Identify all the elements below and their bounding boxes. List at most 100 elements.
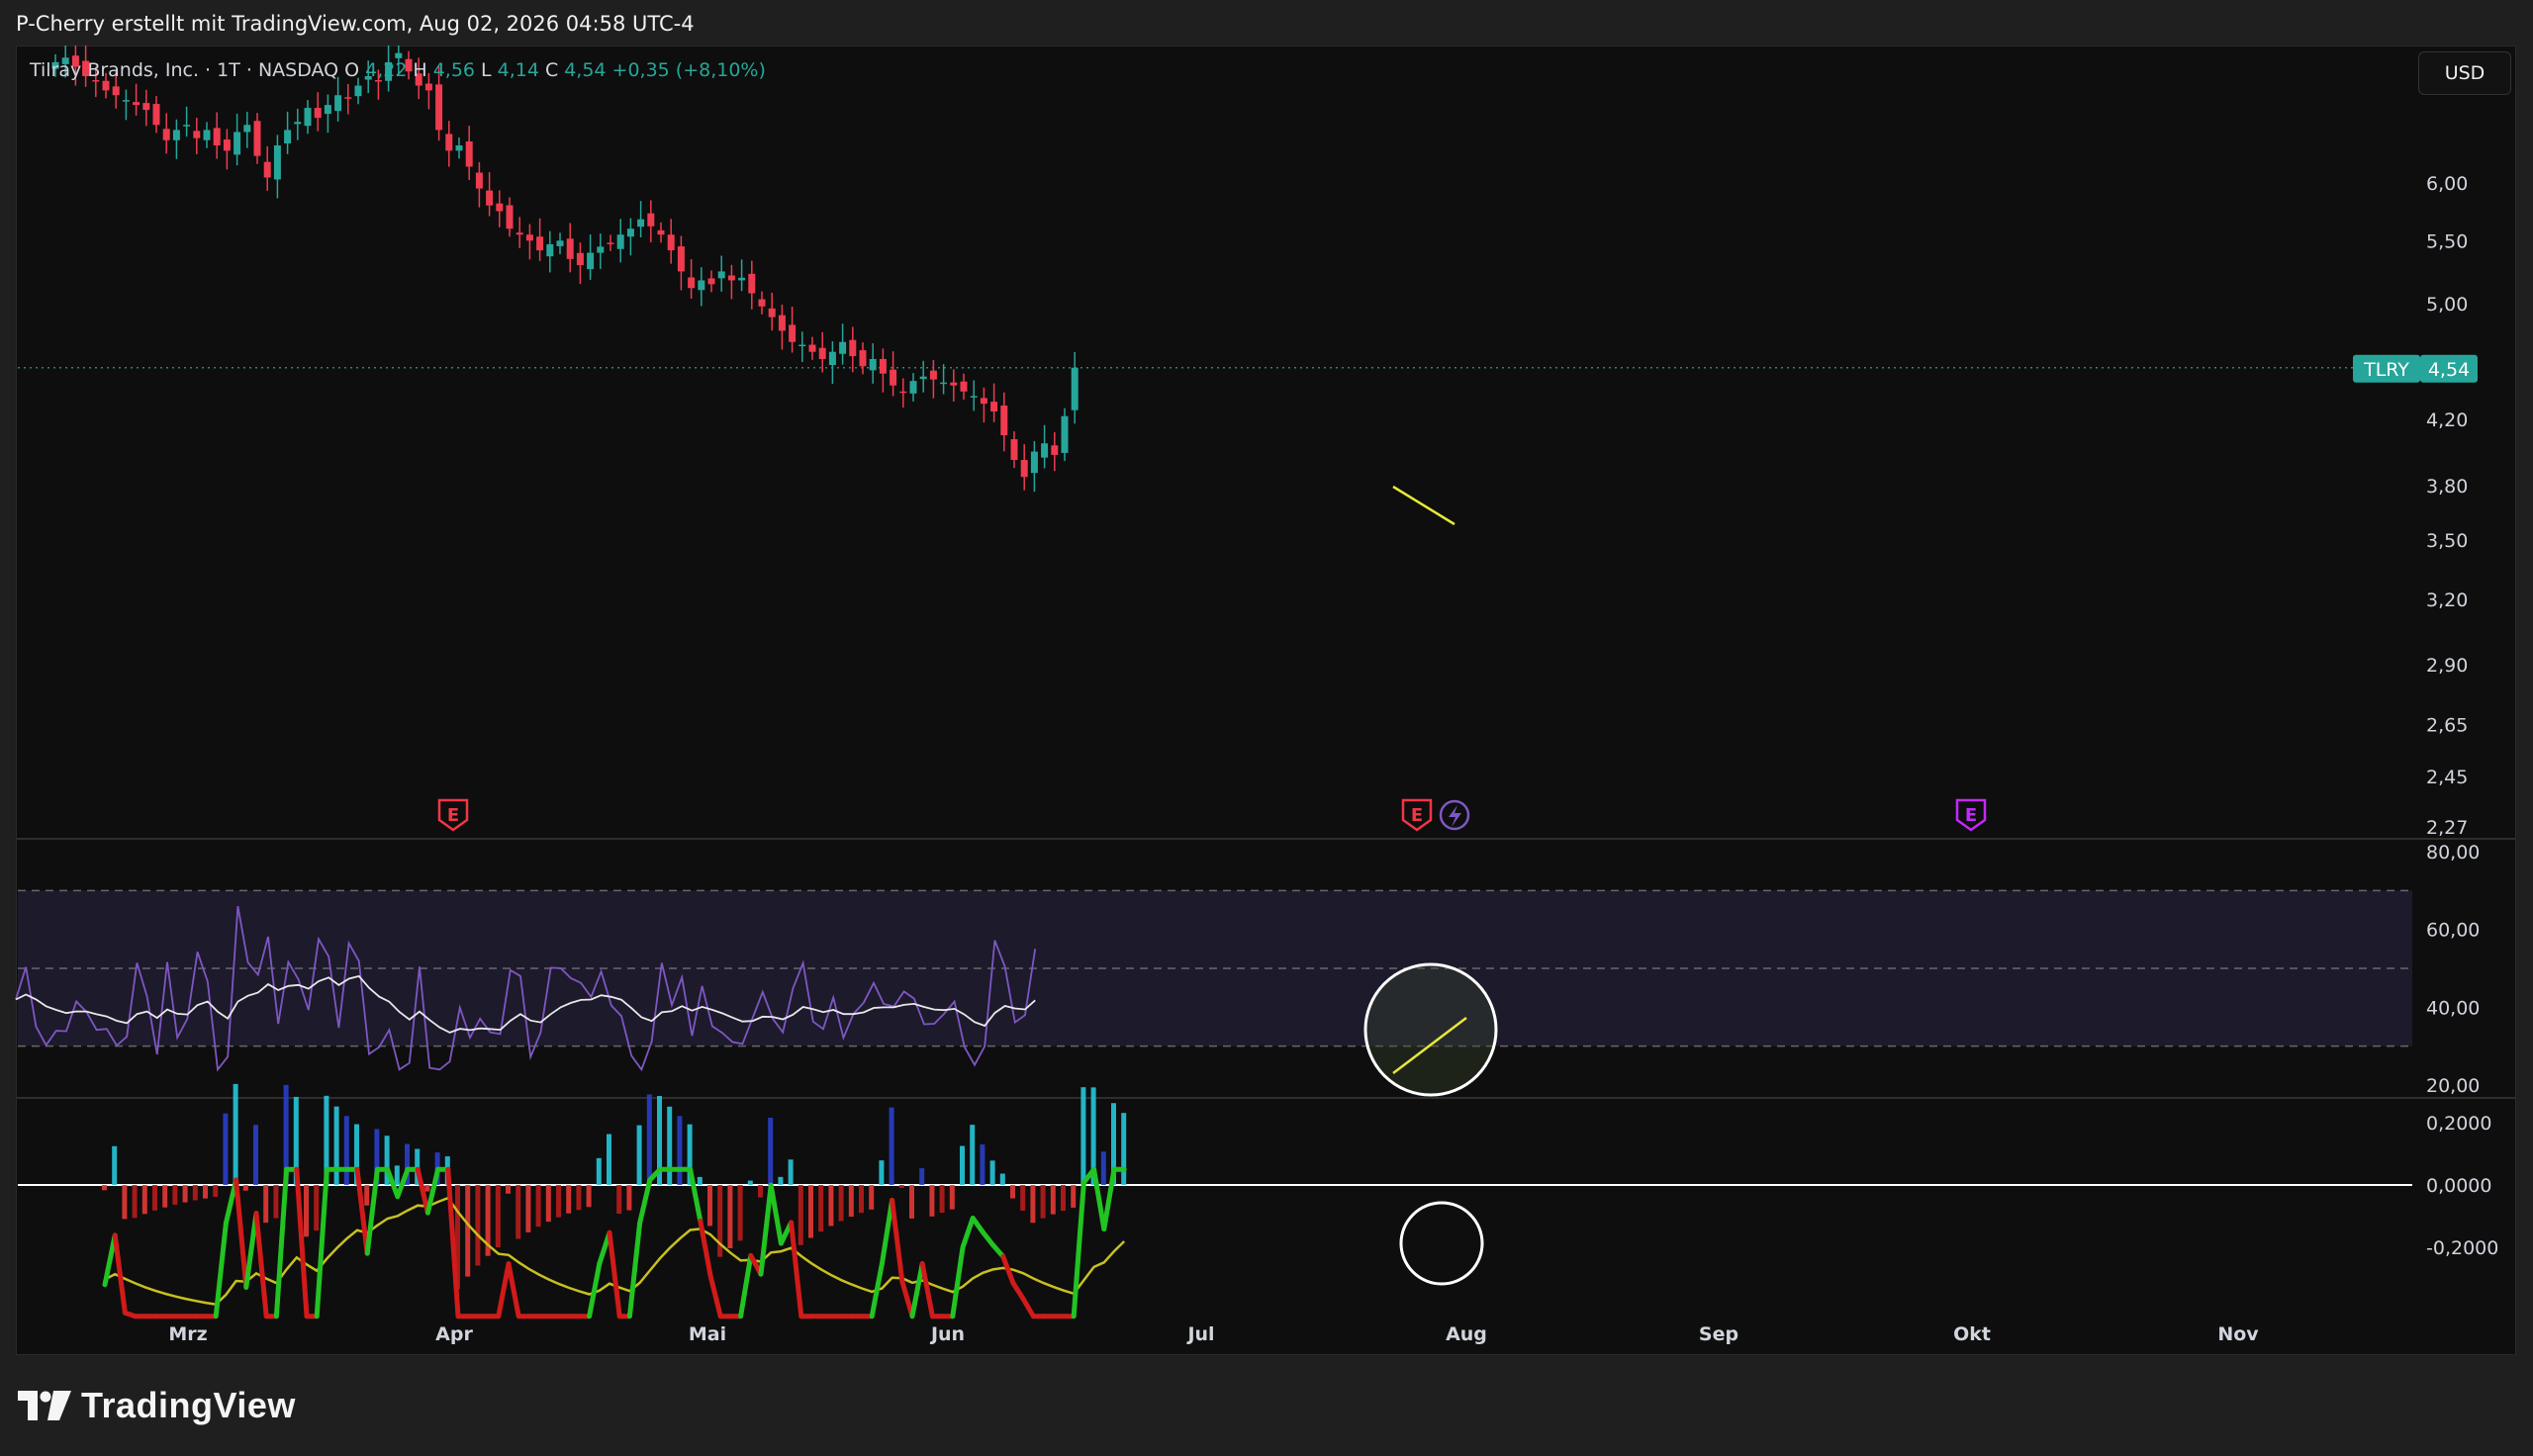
macd-histogram-bar (929, 1185, 935, 1217)
y-tick-label: 2,90 (2426, 655, 2468, 677)
macd-histogram-bar (989, 1160, 995, 1185)
candle-body (122, 100, 130, 102)
candle-body (223, 139, 231, 151)
candle-body (486, 190, 494, 206)
marker-label: E (447, 805, 459, 826)
candle-body (789, 324, 797, 342)
macd-tick-label: 0,0000 (2426, 1175, 2491, 1197)
tradingview-logo-text: TradingView (81, 1385, 296, 1425)
macd-histogram-bar (394, 1165, 400, 1185)
candle-body (525, 234, 533, 241)
macd-histogram-bar (797, 1185, 803, 1245)
macd-line-segment (970, 1215, 985, 1235)
candle-body (677, 246, 685, 272)
macd-histogram-bar (162, 1185, 168, 1208)
x-tick-label: Mrz (168, 1323, 207, 1345)
candle-body (324, 105, 331, 115)
candle-body (637, 219, 645, 228)
candle-body (253, 121, 261, 156)
high-value: 4,56 (432, 59, 476, 81)
candle-body (1030, 451, 1038, 474)
macd-histogram-bar (192, 1185, 198, 1201)
x-tick-label: Nov (2217, 1323, 2259, 1345)
y-tick-label: 5,50 (2426, 230, 2468, 252)
macd-line-segment (890, 1197, 905, 1284)
candle-body (496, 203, 504, 212)
macd-histogram-bar (1010, 1185, 1015, 1199)
candle-body (859, 350, 867, 367)
macd-histogram-bar (848, 1185, 854, 1218)
x-tick-label: Okt (1953, 1323, 1991, 1345)
candle-body (213, 128, 221, 146)
macd-histogram-bar (626, 1185, 632, 1211)
marker-label: E (1965, 805, 1977, 826)
macd-histogram-bar (607, 1134, 611, 1185)
chart-canvas[interactable]: TLRY 4,54 Mrz Apr Mai Jun Jul Aug Sep Okt Nov 6,00… (0, 0, 2533, 1456)
y-tick-label: 3,20 (2426, 590, 2468, 611)
candle-body (879, 358, 887, 374)
candle-body (698, 280, 705, 291)
close-key: C (544, 59, 559, 81)
macd-histogram-bar (919, 1168, 925, 1185)
open-key: O (344, 59, 360, 81)
candle-body (455, 145, 463, 151)
macd-histogram-bar (898, 1185, 904, 1189)
candle-body (395, 52, 403, 58)
macd-line-segment (1020, 1296, 1036, 1320)
macd-line-segment (758, 1182, 774, 1277)
macd-histogram-bar (566, 1185, 572, 1214)
candle-body (748, 273, 756, 294)
earnings-marker: E (437, 798, 469, 832)
tradingview-logo-icon (18, 1391, 71, 1420)
macd-line-segment (1010, 1280, 1026, 1302)
macd-histogram-bar (788, 1159, 794, 1185)
macd-line-segment (354, 1166, 370, 1256)
candle-body (587, 252, 595, 270)
macd-line-segment (707, 1272, 723, 1320)
macd-histogram-bar (980, 1144, 985, 1185)
macd-histogram-bar (697, 1176, 703, 1185)
macd-histogram-bar (636, 1125, 642, 1185)
candle-body (758, 299, 766, 307)
macd-histogram-bar (949, 1185, 955, 1210)
macd-histogram-bar (1080, 1087, 1086, 1185)
symbol-name[interactable]: Tilray Brands, Inc. · 1T · NASDAQ (30, 59, 338, 81)
candle-body (717, 271, 725, 279)
macd-histogram-bar (253, 1125, 258, 1185)
y-tick-label: 4,20 (2426, 410, 2468, 431)
candle-body (1061, 415, 1069, 453)
macd-line-segment (637, 1177, 653, 1227)
macd-line-segment (234, 1177, 249, 1290)
macd-histogram-bar (808, 1185, 813, 1238)
candle-body (465, 141, 473, 167)
price-trendline (1392, 485, 1455, 526)
candle-body (183, 125, 191, 127)
currency-button[interactable]: USD (2418, 51, 2511, 95)
candle-body (1071, 367, 1079, 410)
macd-histogram-bar (233, 1083, 238, 1185)
candle-body (1041, 443, 1049, 458)
macd-histogram-bar (879, 1160, 885, 1185)
macd-histogram-bar (707, 1185, 712, 1227)
candle-body (506, 205, 514, 229)
candle-body (707, 278, 715, 285)
macd-histogram-bar (828, 1185, 834, 1227)
candle-body (980, 398, 987, 405)
symbol-legend: Tilray Brands, Inc. · 1T · NASDAQ O 4,22 … (30, 59, 766, 81)
candle-body (424, 83, 432, 91)
dividend-earnings-marker: E (1955, 798, 1987, 832)
macd-line-segment (899, 1278, 915, 1320)
rsi-tick-label: 40,00 (2426, 997, 2480, 1019)
candle-body (435, 84, 443, 131)
macd-histogram-bar (273, 1185, 279, 1219)
macd-histogram-bar (556, 1185, 561, 1218)
candle-body (445, 134, 453, 151)
x-tick-label: Jun (929, 1323, 965, 1345)
candle-body (133, 102, 141, 106)
close-value: 4,54 (564, 59, 607, 81)
macd-histogram-bar (545, 1185, 551, 1223)
price-tag-value-label: 4,54 (2428, 359, 2470, 381)
candle-body (1000, 405, 1008, 436)
candle-body (203, 130, 211, 140)
macd-histogram-bar (596, 1157, 602, 1185)
